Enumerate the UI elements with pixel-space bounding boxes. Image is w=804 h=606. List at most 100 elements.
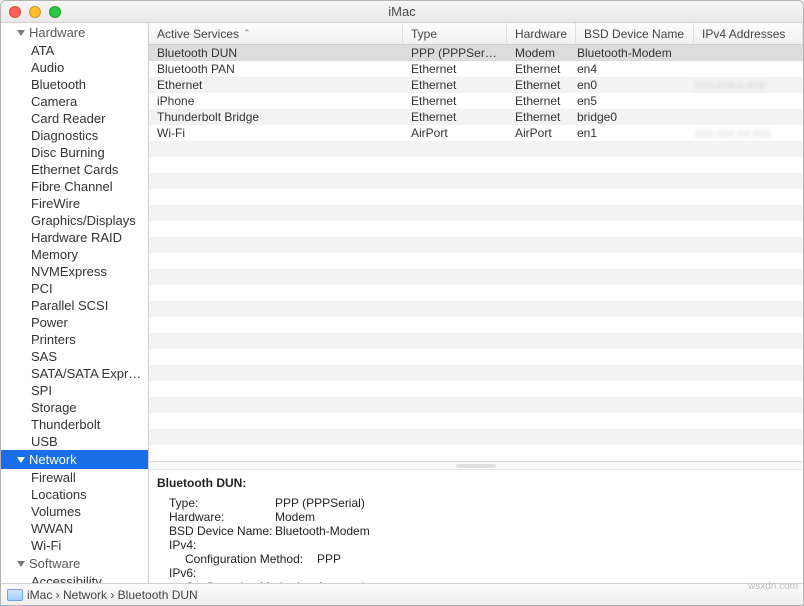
table-row [149,397,803,413]
sidebar-item[interactable]: Diagnostics [1,127,148,144]
column-header[interactable]: BSD Device Name [576,23,694,44]
table-row [149,445,803,461]
path-bar[interactable]: iMac › Network › Bluetooth DUN [1,583,803,605]
sidebar-item[interactable]: Bluetooth [1,76,148,93]
breadcrumb: iMac › Network › Bluetooth DUN [27,588,198,602]
sidebar-item[interactable]: ATA [1,42,148,59]
sidebar-item[interactable]: Parallel SCSI [1,297,148,314]
sidebar-item[interactable]: FireWire [1,195,148,212]
table-row[interactable]: Thunderbolt BridgeEthernetEthernetbridge… [149,109,803,125]
sidebar-item[interactable]: Printers [1,331,148,348]
table-row [149,269,803,285]
sidebar-item[interactable]: SATA/SATA Expr… [1,365,148,382]
detail-key: Configuration Method: [157,552,317,566]
sidebar-item[interactable]: USB [1,433,148,450]
window-body: HardwareATAAudioBluetoothCameraCard Read… [1,23,803,583]
table-cell: AirPort [403,126,507,140]
table-row[interactable]: iPhoneEthernetEtherneten5 [149,93,803,109]
table-cell: Ethernet [149,78,403,92]
table-row [149,253,803,269]
sidebar-item[interactable]: Thunderbolt [1,416,148,433]
sidebar-section-hardware[interactable]: Hardware [1,23,148,42]
column-header[interactable]: IPv4 Addresses [694,23,803,44]
detail-value: PPP (PPPSerial) [275,496,365,510]
sidebar-item[interactable]: Volumes [1,503,148,520]
sidebar-item[interactable]: WWAN [1,520,148,537]
sidebar-section-software[interactable]: Software [1,554,148,573]
detail-value: Bluetooth-Modem [275,524,370,538]
table-row[interactable]: EthernetEthernetEtherneten0xxx.xxx.x.xxx [149,77,803,93]
table-cell: Ethernet [403,78,507,92]
sidebar-item[interactable]: Locations [1,486,148,503]
column-header[interactable]: Active Services⌃ [149,23,403,44]
detail-key: BSD Device Name: [157,524,275,538]
sidebar-item[interactable]: Card Reader [1,110,148,127]
table-row [149,301,803,317]
disclosure-triangle-icon [17,561,25,567]
system-info-window: iMac HardwareATAAudioBluetoothCameraCard… [0,0,804,606]
table-cell: en5 [569,94,687,108]
table-cell: Ethernet [507,62,569,76]
sidebar-item[interactable]: NVMExpress [1,263,148,280]
table-cell: Ethernet [403,62,507,76]
window-title: iMac [1,4,803,19]
sidebar-item[interactable]: Accessibility [1,573,148,583]
detail-key: Hardware: [157,510,275,524]
sidebar-item[interactable]: Memory [1,246,148,263]
sidebar-item[interactable]: Power [1,314,148,331]
services-table: Active Services⌃TypeHardwareBSD Device N… [149,23,803,462]
sidebar-item[interactable]: PCI [1,280,148,297]
table-cell: Bluetooth PAN [149,62,403,76]
detail-key: Type: [157,496,275,510]
sidebar[interactable]: HardwareATAAudioBluetoothCameraCard Read… [1,23,149,583]
detail-value: PPP [317,552,341,566]
sort-indicator-icon: ⌃ [243,28,251,39]
table-row [149,141,803,157]
table-cell: Ethernet [403,110,507,124]
sidebar-item[interactable]: Hardware RAID [1,229,148,246]
table-header[interactable]: Active Services⌃TypeHardwareBSD Device N… [149,23,803,45]
detail-value: Modem [275,510,315,524]
watermark: wsxdn.com [748,581,798,592]
table-row [149,381,803,397]
column-header[interactable]: Hardware [507,23,576,44]
table-cell: Ethernet [403,94,507,108]
table-cell: xxx.xxx.x.xxx [687,78,803,92]
details-panel: Bluetooth DUN: Type:PPP (PPPSerial) Hard… [149,470,803,583]
table-row[interactable]: Bluetooth PANEthernetEtherneten4 [149,61,803,77]
table-cell: en4 [569,62,687,76]
sidebar-item[interactable]: Ethernet Cards [1,161,148,178]
table-cell: Modem [507,46,569,60]
table-row[interactable]: Bluetooth DUNPPP (PPPSerial)ModemBluetoo… [149,45,803,61]
split-handle[interactable] [149,462,803,470]
column-header[interactable]: Type [403,23,507,44]
sidebar-item[interactable]: Graphics/Displays [1,212,148,229]
table-cell: Wi-Fi [149,126,403,140]
detail-key: IPv4: [157,538,795,552]
table-cell: Bluetooth-Modem [569,46,687,60]
sidebar-item[interactable]: Fibre Channel [1,178,148,195]
disclosure-triangle-icon [17,457,25,463]
table-cell: Thunderbolt Bridge [149,110,403,124]
table-body[interactable]: Bluetooth DUNPPP (PPPSerial)ModemBluetoo… [149,45,803,461]
sidebar-item[interactable]: Camera [1,93,148,110]
table-cell: Ethernet [507,94,569,108]
table-cell: iPhone [149,94,403,108]
sidebar-item[interactable]: Wi-Fi [1,537,148,554]
sidebar-item[interactable]: Disc Burning [1,144,148,161]
table-cell: bridge0 [569,110,687,124]
sidebar-item[interactable]: Firewall [1,469,148,486]
table-row [149,173,803,189]
table-row [149,285,803,301]
sidebar-item[interactable]: SAS [1,348,148,365]
table-row [149,205,803,221]
table-row [149,221,803,237]
sidebar-item[interactable]: Storage [1,399,148,416]
disclosure-triangle-icon [17,30,25,36]
sidebar-section-network[interactable]: Network [1,450,148,469]
table-row [149,429,803,445]
sidebar-item[interactable]: SPI [1,382,148,399]
table-row[interactable]: Wi-FiAirPortAirPorten1xxx.xxx.xx.xxx [149,125,803,141]
table-cell: en0 [569,78,687,92]
sidebar-item[interactable]: Audio [1,59,148,76]
